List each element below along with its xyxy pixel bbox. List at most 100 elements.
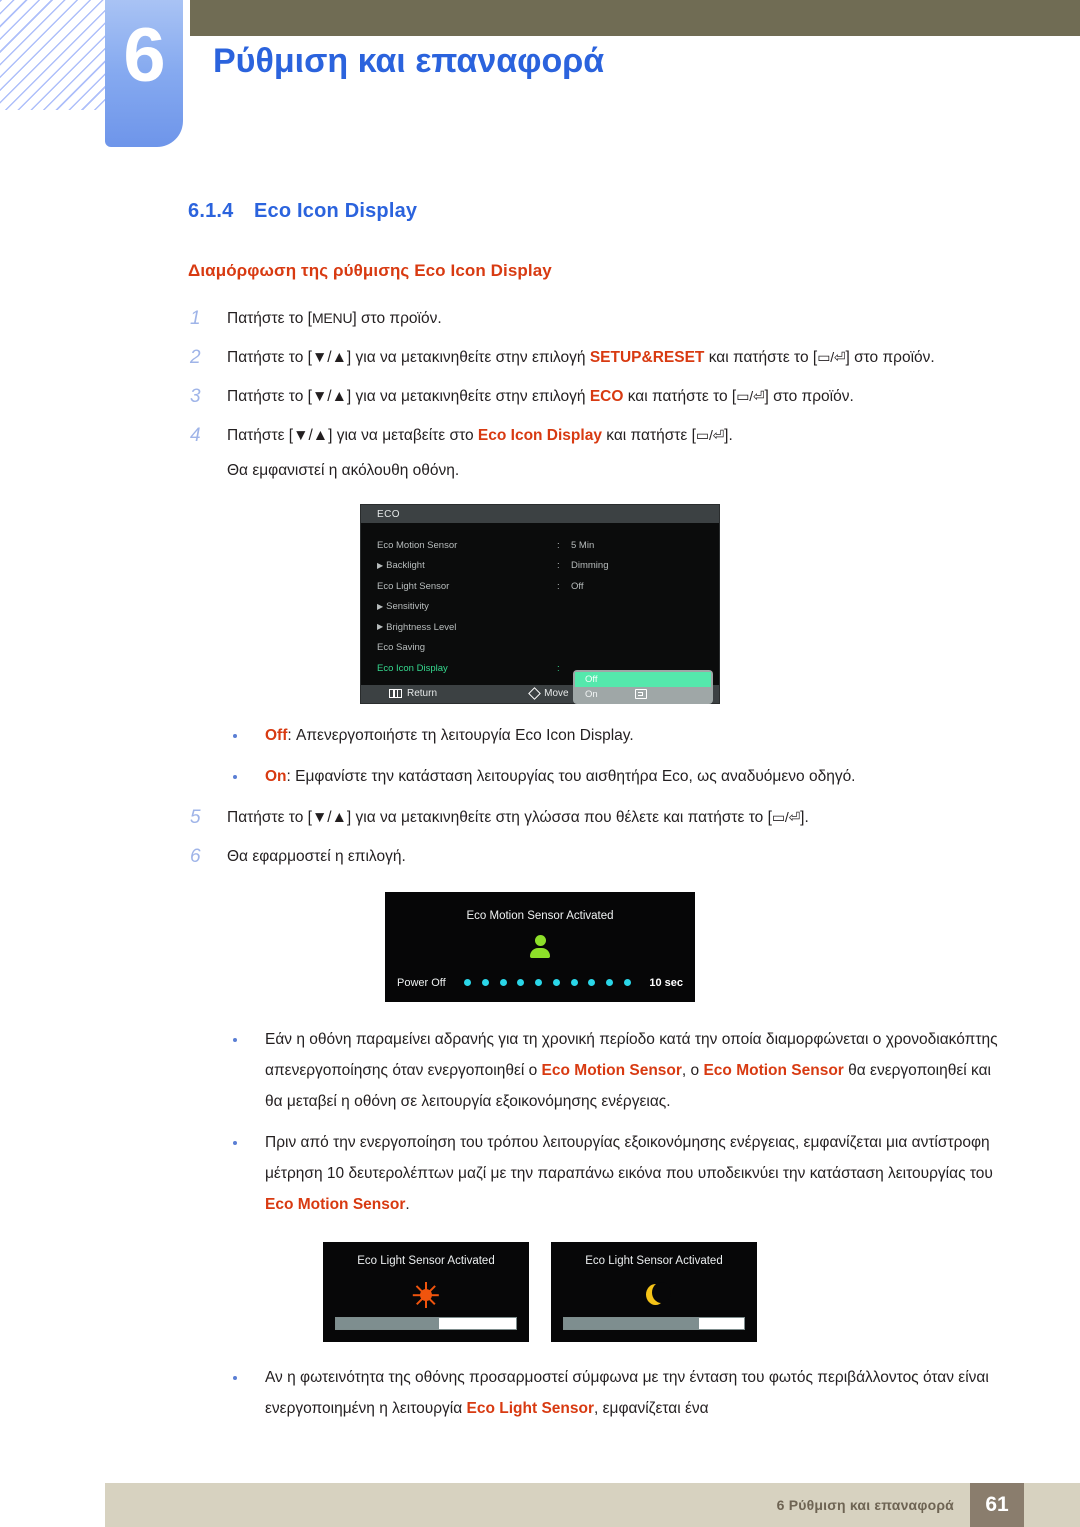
keyword-eco-motion-sensor: Eco Motion Sensor <box>541 1061 682 1079</box>
light-panel-title: Eco Light Sensor Activated <box>357 1254 495 1267</box>
countdown-dot <box>588 979 596 986</box>
osd-row-brightness-level[interactable]: ▶ Brightness Level <box>361 617 719 638</box>
countdown-dot <box>552 979 560 986</box>
section-number: 6.1.4 <box>188 200 234 222</box>
person-icon <box>530 934 550 959</box>
osd-dropdown-option-off[interactable]: Off <box>575 672 711 687</box>
submenu-arrow-icon: ▶ <box>377 622 384 632</box>
person-head-shape <box>534 934 546 946</box>
step-4-subtext: Θα εμφανιστεί η ακόλουθη οθόνη. <box>227 462 460 479</box>
submenu-arrow-icon: ▶ <box>377 560 384 570</box>
osd-row-label: Backlight <box>386 560 425 572</box>
osd-footer-return[interactable]: Return <box>361 688 530 699</box>
osd-row-eco-motion-sensor[interactable]: Eco Motion Sensor : 5 Min <box>361 535 719 556</box>
step-text-a: Πατήστε [▼/▲] για να μεταβείτε στο <box>227 427 478 444</box>
osd-row-colon: : <box>557 539 560 551</box>
eco-motion-sensor-panel: Eco Motion Sensor Activated Power Off 10… <box>385 891 695 1002</box>
note-text-b: , ο <box>681 1061 704 1079</box>
osd-row-value: Dimming <box>571 560 609 572</box>
hatch-pattern-decoration <box>0 0 108 110</box>
step-text-c: ] στο προϊόν. <box>764 388 854 405</box>
osd-menu-screenshot: ECO Eco Motion Sensor : 5 Min ▶ Backlight… <box>360 504 720 704</box>
final-note-bullets: Αν η φωτεινότητα της οθόνης προσαρμοστεί… <box>0 1362 1080 1424</box>
person-body-shape <box>530 947 550 958</box>
osd-row-colon: : <box>557 560 560 572</box>
osd-row-colon: : <box>557 662 560 674</box>
keyword-eco: ECO <box>589 388 624 405</box>
brightness-bar-fill <box>336 1317 439 1329</box>
osd-row-eco-saving[interactable]: Eco Saving <box>361 638 719 659</box>
step-text-a: Πατήστε το [▼/▲] για να μετακινηθείτε στ… <box>227 388 590 405</box>
sun-core <box>420 1288 432 1301</box>
countdown-dots <box>446 979 650 986</box>
moon-crescent-cut <box>652 1281 671 1303</box>
keyword-eco-motion-sensor: Eco Motion Sensor <box>265 1195 406 1213</box>
osd-row-label-wrap: ▶ Sensitivity <box>377 601 557 612</box>
option-bullets: Off: Απενεργοποιήστε τη λειτουργία Eco I… <box>0 720 1080 792</box>
step-number: 2 <box>190 347 201 368</box>
bullet-option-off: Off: Απενεργοποιήστε τη λειτουργία Eco I… <box>0 720 1080 751</box>
steps-list: 1 Πατήστε το [MENU] στο προϊόν. 2 Πατήστε … <box>0 303 1080 486</box>
light-panel-title: Eco Light Sensor Activated <box>585 1254 723 1267</box>
sun-icon <box>412 1281 439 1308</box>
note-text-a: Πριν από την ενεργοποίηση του τρόπου λει… <box>265 1133 993 1182</box>
osd-row-eco-light-sensor[interactable]: Eco Light Sensor : Off <box>361 576 719 597</box>
osd-row-label: Brightness Level <box>386 621 457 633</box>
note-light-sensor: Αν η φωτεινότητα της οθόνης προσαρμοστεί… <box>0 1362 1080 1424</box>
brightness-bar-bright <box>335 1316 517 1330</box>
keyword-eco-light-sensor: Eco Light Sensor <box>466 1399 594 1417</box>
note-countdown: Πριν από την ενεργοποίηση του τρόπου λει… <box>0 1127 1080 1220</box>
countdown-dot <box>605 979 613 986</box>
step-4: 4 Πατήστε [▼/▲] για να μεταβείτε στο Eco … <box>0 420 1080 486</box>
chapter-title: Ρύθμιση και επαναφορά <box>213 42 605 80</box>
step-number: 5 <box>190 806 201 828</box>
note-text-c: , εμφανίζεται ένα <box>594 1399 709 1417</box>
step-1: 1 Πατήστε το [MENU] στο προϊόν. <box>0 303 1080 334</box>
osd-row-value: 5 Min <box>571 539 595 551</box>
countdown-dot <box>535 979 543 986</box>
countdown-dot <box>464 979 472 986</box>
osd-row-sensitivity[interactable]: ▶ Sensitivity <box>361 597 719 618</box>
osd-row-label-wrap: ▶ Backlight <box>377 560 557 571</box>
submenu-arrow-icon: ▶ <box>377 601 384 611</box>
page-number: 61 <box>970 1483 1024 1527</box>
power-off-label: Power Off <box>397 976 446 989</box>
page-content: 6.1.4 Eco Icon Display Διαμόρφωση της ρύθ… <box>0 200 1080 1434</box>
osd-row-backlight[interactable]: ▶ Backlight : Dimming <box>361 556 719 577</box>
step-text-c: ] στο προϊόν. <box>845 349 935 366</box>
countdown-dot <box>482 979 490 986</box>
page-header: 6 Ρύθμιση και επαναφορά <box>0 0 1080 160</box>
osd-titlebar: ECO <box>361 505 719 523</box>
osd-row-label: Eco Motion Sensor <box>377 539 458 551</box>
step-text-b: και πατήστε [ <box>601 427 696 444</box>
step-number: 1 <box>190 308 201 329</box>
enter-icon <box>634 688 647 699</box>
motion-panel-title: Eco Motion Sensor Activated <box>466 909 614 922</box>
step-text-a: Πατήστε το [▼/▲] για να μετακινηθείτε στ… <box>227 808 772 826</box>
step-number: 4 <box>190 425 201 446</box>
enter-key-label: ▭/⏎ <box>736 388 765 404</box>
countdown-seconds-label: 10 sec <box>649 976 683 989</box>
notes-bullets: Εάν η οθόνη παραμείνει αδρανής για τη χρ… <box>0 1024 1080 1220</box>
step-text-a: Πατήστε το [▼/▲] για να μετακινηθείτε στ… <box>227 349 590 366</box>
osd-row-label: Sensitivity <box>386 601 429 613</box>
osd-footer-move-label: Move <box>544 688 569 699</box>
osd-title: ECO <box>377 508 400 520</box>
keyword-off: Off <box>265 726 288 744</box>
osd-dropdown-eco-icon-display[interactable]: Off On <box>573 670 713 704</box>
enter-key-label: ▭/⏎ <box>817 349 846 365</box>
header-olive-bar <box>190 0 1080 36</box>
chapter-number: 6 <box>123 13 165 98</box>
step-text-a: Θα εφαρμοστεί η επιλογή. <box>227 847 406 865</box>
countdown-dot <box>623 979 631 986</box>
step-text-post: ] στο προϊόν. <box>352 310 442 327</box>
countdown-dot <box>570 979 578 986</box>
osd-row-value: Off <box>571 580 584 592</box>
sub-heading: Διαμόρφωση της ρύθμισης Eco Icon Display <box>188 261 552 280</box>
step-text-b: και πατήστε το [ <box>623 388 737 405</box>
step-3: 3 Πατήστε το [▼/▲] για να μετακινηθείτε σ… <box>0 381 1080 412</box>
osd-row-label-wrap: ▶ Brightness Level <box>377 622 557 633</box>
move-icon <box>528 687 542 700</box>
countdown-dot <box>499 979 507 986</box>
return-icon <box>389 689 402 698</box>
